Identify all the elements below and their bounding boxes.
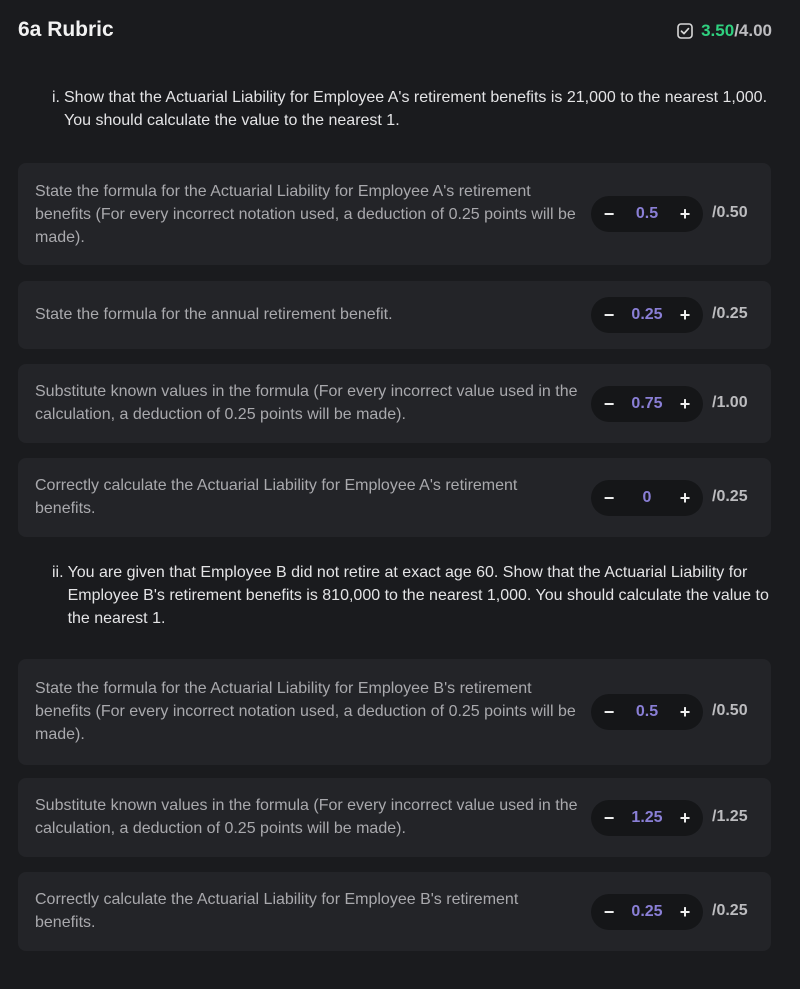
decrement-button[interactable]: −: [601, 694, 617, 730]
criterion-max-points: /0.25: [712, 305, 748, 322]
criterion-text: State the formula for the Actuarial Liab…: [35, 183, 576, 246]
score-stepper: − 0.5 +: [591, 196, 703, 232]
decrement-button[interactable]: −: [601, 800, 617, 836]
criterion-score-value[interactable]: 0.25: [617, 903, 677, 921]
score-stepper: − 0.25 +: [591, 297, 703, 333]
criterion-text: Correctly calculate the Actuarial Liabil…: [35, 477, 518, 517]
rubric-header: 6a Rubric 3.50/4.00: [0, 0, 800, 62]
total-score: 3.50/4.00: [677, 21, 772, 41]
criterion-score-value[interactable]: 0.75: [617, 395, 677, 413]
section-number: i.: [52, 89, 60, 106]
criterion-score-value[interactable]: 0: [617, 489, 677, 507]
criterion-text: State the formula for the annual retirem…: [35, 306, 393, 323]
section-heading: i. Show that the Actuarial Liability for…: [52, 86, 772, 132]
score-stepper: − 0.25 +: [591, 894, 703, 930]
criterion-max-points: /0.50: [712, 702, 748, 719]
criterion-text: Substitute known values in the formula (…: [35, 797, 578, 837]
score-total: /4.00: [734, 21, 772, 40]
checkbox-check-icon: [677, 23, 693, 39]
criterion-card: State the formula for the Actuarial Liab…: [18, 659, 771, 765]
criterion-card: Substitute known values in the formula (…: [18, 778, 771, 857]
criterion-max-points: /0.25: [712, 488, 748, 505]
criterion-text: Substitute known values in the formula (…: [35, 383, 578, 423]
criterion-score-value[interactable]: 0.5: [617, 205, 677, 223]
decrement-button[interactable]: −: [601, 297, 617, 333]
increment-button[interactable]: +: [677, 480, 693, 516]
criterion-card: Substitute known values in the formula (…: [18, 364, 771, 443]
page-title: 6a Rubric: [18, 18, 114, 41]
criterion-text: State the formula for the Actuarial Liab…: [35, 680, 576, 743]
score-earned: 3.50: [701, 21, 735, 40]
decrement-button[interactable]: −: [601, 386, 617, 422]
section-heading: ii. You are given that Employee B did no…: [52, 561, 772, 630]
score-stepper: − 0.75 +: [591, 386, 703, 422]
criterion-max-points: /1.25: [712, 808, 748, 825]
increment-button[interactable]: +: [677, 297, 693, 333]
criterion-max-points: /0.50: [712, 204, 748, 221]
criterion-card: State the formula for the Actuarial Liab…: [18, 163, 771, 265]
section-text: Show that the Actuarial Liability for Em…: [64, 89, 768, 129]
section-text: You are given that Employee B did not re…: [67, 564, 769, 627]
criterion-max-points: /0.25: [712, 902, 748, 919]
increment-button[interactable]: +: [677, 694, 693, 730]
score-stepper: − 0 +: [591, 480, 703, 516]
increment-button[interactable]: +: [677, 800, 693, 836]
score-stepper: − 1.25 +: [591, 800, 703, 836]
criterion-text: Correctly calculate the Actuarial Liabil…: [35, 891, 519, 931]
criterion-score-value[interactable]: 1.25: [617, 809, 677, 827]
criterion-card: State the formula for the annual retirem…: [18, 281, 771, 349]
criterion-max-points: /1.00: [712, 394, 748, 411]
criterion-score-value[interactable]: 0.5: [617, 703, 677, 721]
increment-button[interactable]: +: [677, 386, 693, 422]
increment-button[interactable]: +: [677, 894, 693, 930]
score-stepper: − 0.5 +: [591, 694, 703, 730]
criterion-card: Correctly calculate the Actuarial Liabil…: [18, 458, 771, 537]
decrement-button[interactable]: −: [601, 196, 617, 232]
criterion-card: Correctly calculate the Actuarial Liabil…: [18, 872, 771, 951]
section-number: ii.: [52, 564, 64, 581]
decrement-button[interactable]: −: [601, 894, 617, 930]
increment-button[interactable]: +: [677, 196, 693, 232]
decrement-button[interactable]: −: [601, 480, 617, 516]
criterion-score-value[interactable]: 0.25: [617, 306, 677, 324]
